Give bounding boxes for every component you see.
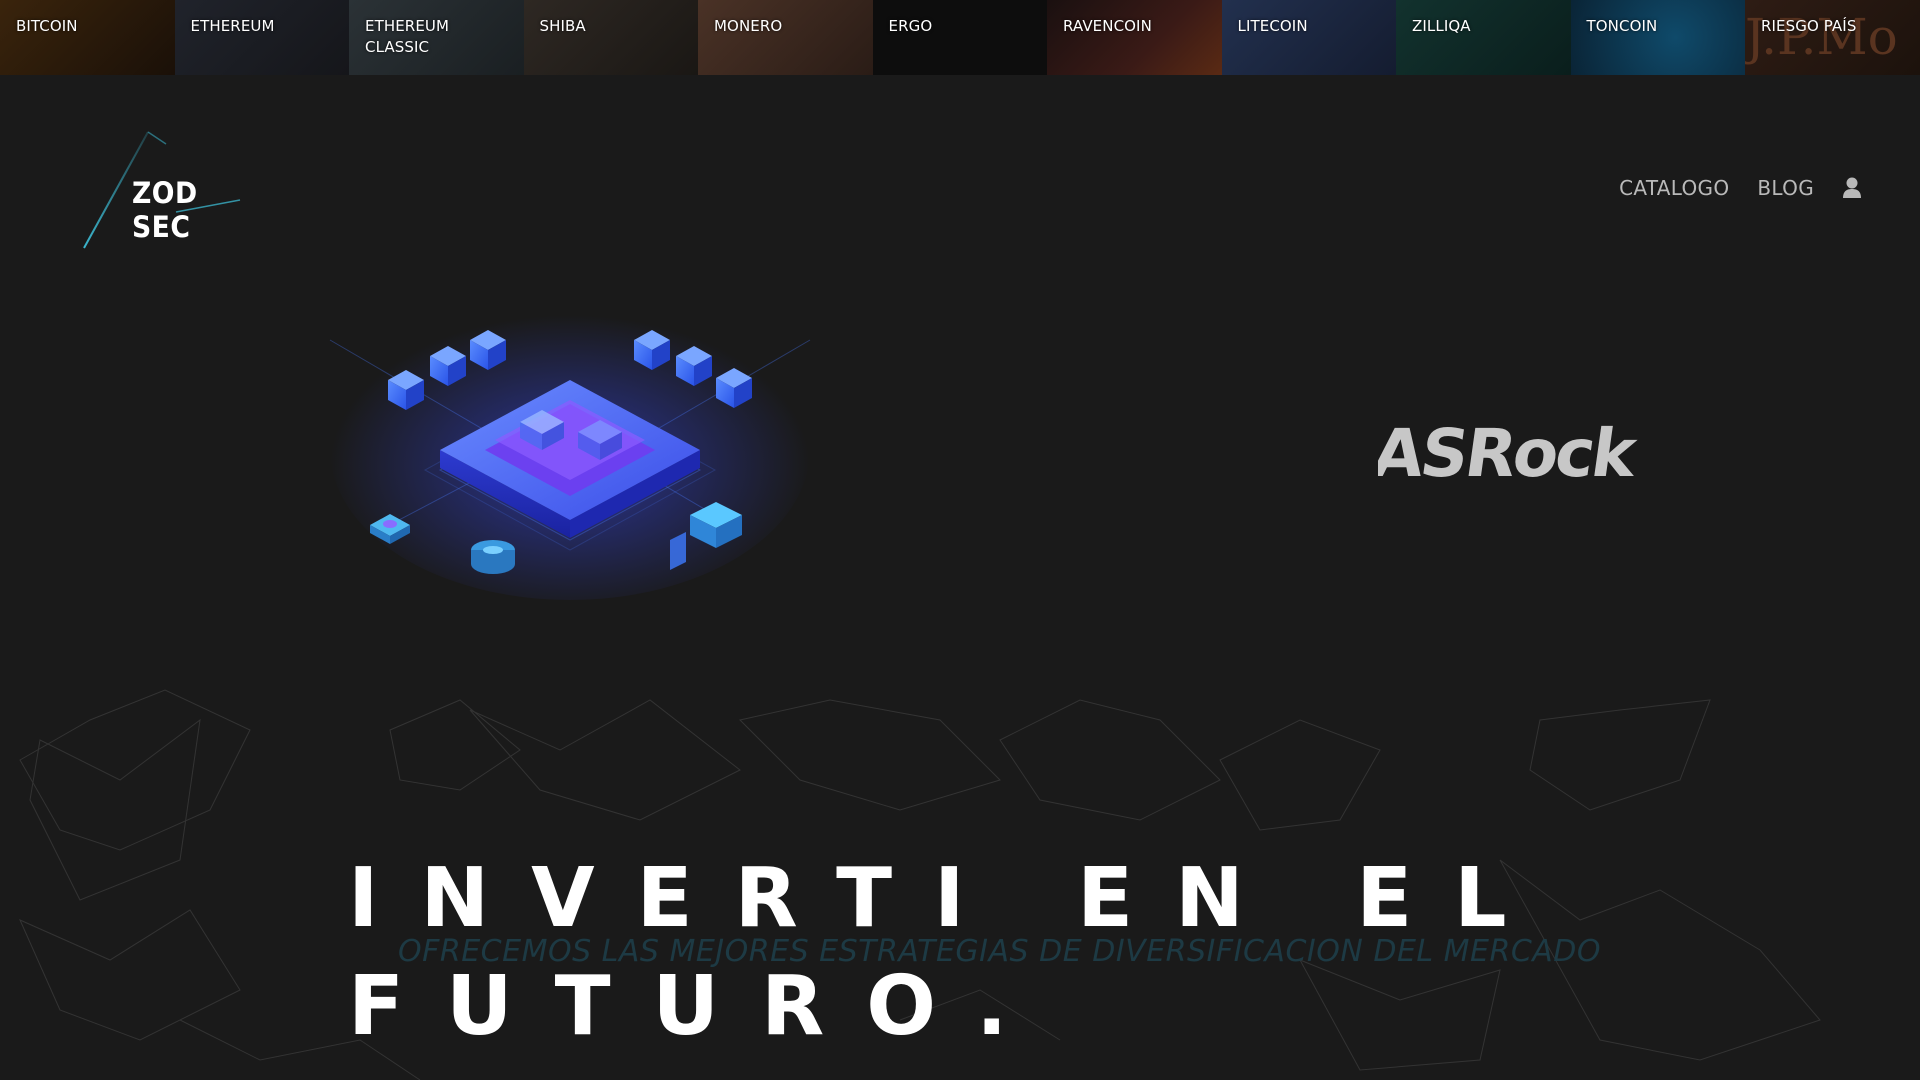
ticker-item-toncoin[interactable]: TONCOIN	[1570, 0, 1745, 75]
ticker-bg	[523, 0, 698, 75]
crypto-ticker-bar: BITCOIN ETHEREUM ETHEREUM CLASSIC SHIBA …	[0, 0, 1920, 75]
ticker-bg	[1396, 0, 1571, 75]
nav-link-catalogo[interactable]: CATALOGO	[1619, 176, 1729, 200]
ticker-label: TONCOIN	[1586, 17, 1658, 35]
ticker-bg	[174, 0, 349, 75]
ticker-bg	[0, 0, 175, 75]
ticker-label: ETHEREUM	[190, 17, 275, 35]
asrock-logo: ASRock	[1378, 418, 1643, 486]
ticker-label: RAVENCOIN	[1063, 17, 1152, 35]
ticker-bg	[872, 0, 1047, 75]
main-nav: CATALOGO BLOG	[1591, 176, 1862, 200]
ticker-label: ZILLIQA	[1412, 17, 1471, 35]
ticker-label: ERGO	[888, 17, 933, 35]
ticker-label: RIESGO PAÍS	[1761, 17, 1857, 35]
ticker-bg	[1221, 0, 1396, 75]
ticker-item-ethereum-classic[interactable]: ETHEREUM CLASSIC	[349, 0, 524, 75]
hero-headline-line-1: INVERTI EN EL	[348, 851, 1549, 946]
ticker-label: BITCOIN	[16, 17, 78, 35]
ticker-item-riesgo-pais[interactable]: J.P.Mo RIESGO PAÍS	[1745, 0, 1920, 75]
ticker-item-bitcoin[interactable]: BITCOIN	[0, 0, 175, 75]
blockchain-isometric-illustration	[329, 300, 811, 600]
user-icon[interactable]	[1842, 177, 1862, 199]
ticker-item-ergo[interactable]: ERGO	[872, 0, 1047, 75]
ticker-item-litecoin[interactable]: LITECOIN	[1221, 0, 1396, 75]
ticker-label: SHIBA	[539, 17, 586, 35]
ticker-label: LITECOIN	[1237, 17, 1308, 35]
ticker-item-monero[interactable]: MONERO	[698, 0, 873, 75]
ticker-label: MONERO	[714, 17, 783, 35]
hero-headline-line-2: FUTURO.	[348, 959, 1050, 1054]
asrock-logo-text: ASRock	[1378, 418, 1643, 486]
ticker-label: ETHEREUM CLASSIC	[365, 17, 450, 56]
ticker-bg	[1047, 0, 1222, 75]
site-logo[interactable]: ZOD SEC	[80, 128, 260, 253]
hero-headline: INVERTI EN EL FUTURO.	[348, 845, 1549, 1061]
ticker-item-ethereum[interactable]: ETHEREUM	[174, 0, 349, 75]
nav-link-blog[interactable]: BLOG	[1757, 176, 1814, 200]
ticker-item-shiba[interactable]: SHIBA	[523, 0, 698, 75]
ticker-bg	[1570, 0, 1745, 75]
ticker-bg	[698, 0, 873, 75]
ticker-item-ravencoin[interactable]: RAVENCOIN	[1047, 0, 1222, 75]
ticker-item-zilliqa[interactable]: ZILLIQA	[1396, 0, 1571, 75]
logo-text: ZOD SEC	[132, 176, 198, 244]
